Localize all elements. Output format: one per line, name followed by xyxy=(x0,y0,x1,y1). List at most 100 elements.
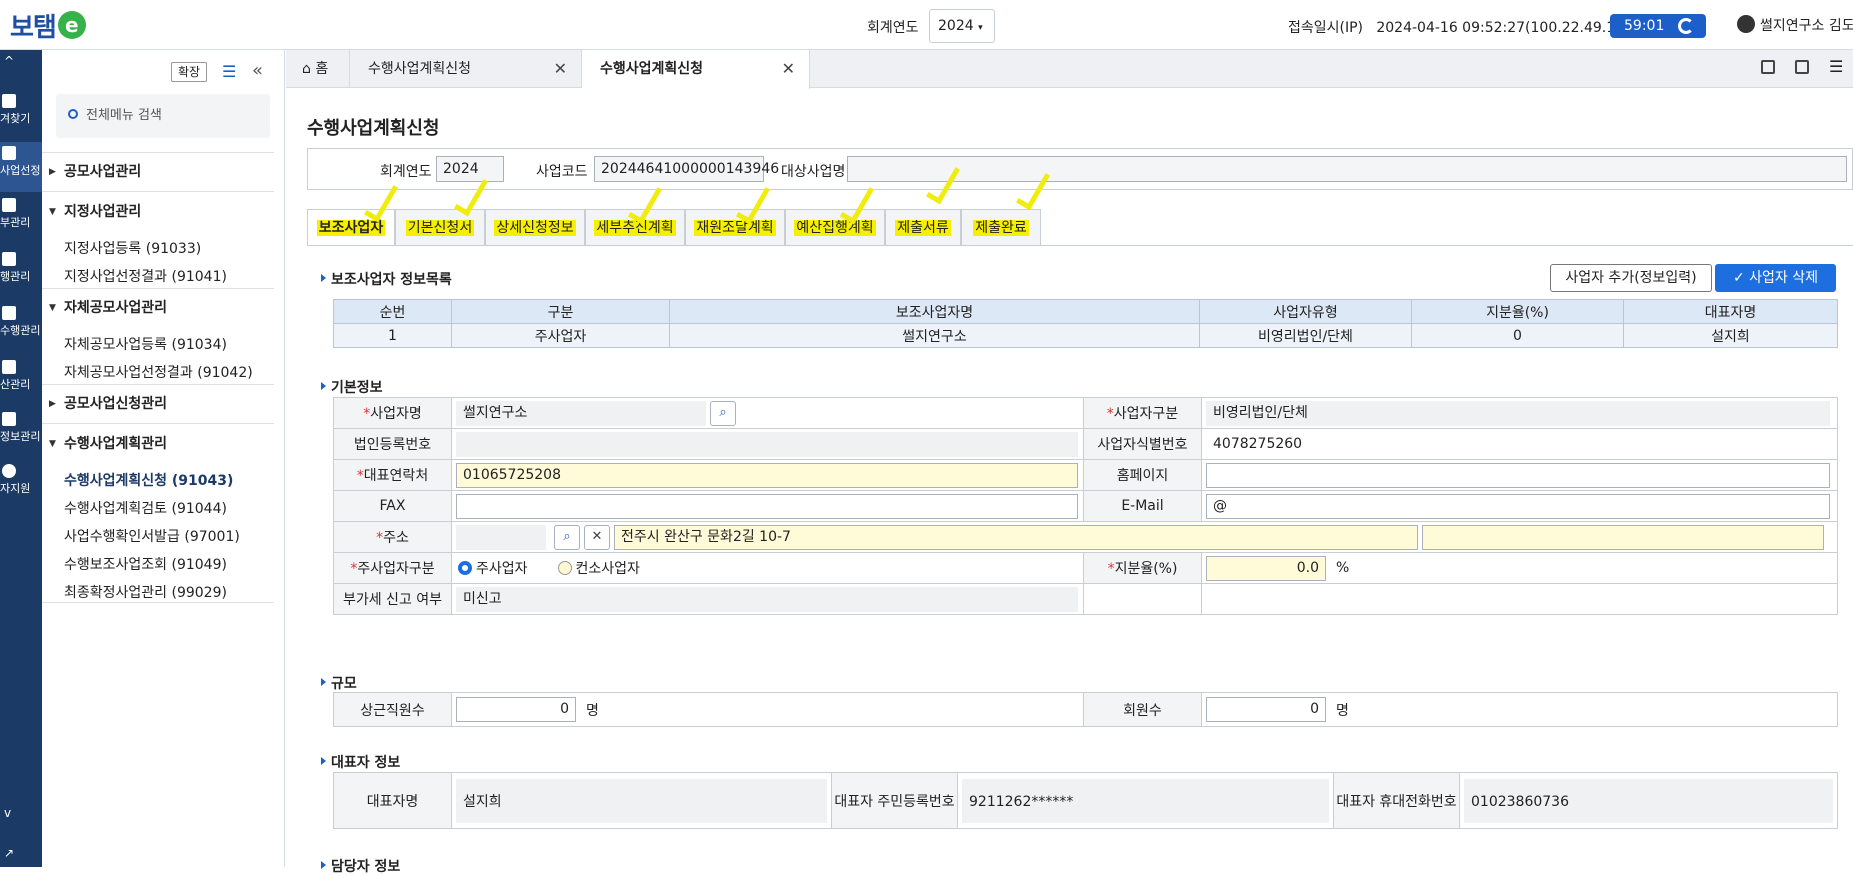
table-cell: 비영리법인/단체 xyxy=(1199,323,1412,348)
nav-settlement[interactable]: 산관리 xyxy=(0,360,42,400)
nav-label: 정보관리 xyxy=(0,430,41,443)
step-tab-documents[interactable]: 제출서류 xyxy=(885,209,961,246)
menu-item[interactable]: 수행보조사업조회 (91049) xyxy=(64,554,227,574)
vat-field: 미신고 xyxy=(456,586,1078,612)
table-row[interactable]: 1 주사업자 썰지연구소 비영리법인/단체 0 설지희 xyxy=(333,323,1838,348)
info-icon xyxy=(2,412,16,426)
filter-code-field[interactable]: 20244641000000143946 xyxy=(594,156,779,182)
filter-fy-label: 회계연도 xyxy=(380,164,432,180)
nav-selection[interactable]: 사업선정 xyxy=(0,142,42,192)
user-menu[interactable]: 썰지연구소 김도 xyxy=(1737,15,1853,35)
tab-tools: ☰ xyxy=(1753,59,1853,80)
menu-group-self-contest[interactable]: ▼ 자체공모사업관리 xyxy=(42,288,274,328)
step-tab-funding[interactable]: 재원조달계획 xyxy=(685,209,785,246)
collapse-icon[interactable]: « xyxy=(252,60,263,81)
tab-label: 수행사업계획신청 xyxy=(600,61,704,77)
nav-label: 겨찾기 xyxy=(0,112,31,125)
menu-group-application[interactable]: ▶ 공모사업신청관리 xyxy=(42,384,274,424)
address1-field[interactable]: 전주시 완산구 문화2길 10-7 xyxy=(614,524,1418,550)
step-tab-budget[interactable]: 예산집행계획 xyxy=(785,209,885,246)
email-label: E-Mail xyxy=(1083,490,1202,522)
nav-info[interactable]: 정보관리 xyxy=(0,412,42,452)
triangle-down-icon: ▼ xyxy=(49,207,56,217)
top-bar: 보탬 e 회계연도 2024 ▾ 접속일시(IP) 2024-04-16 09:5… xyxy=(0,0,1853,50)
step-tab-complete[interactable]: 제출완료 xyxy=(961,209,1041,246)
phone-cell: 01065725208 xyxy=(451,459,1084,491)
nav-performance[interactable]: 수행관리 xyxy=(0,306,42,346)
menu-item[interactable]: 사업수행확인서발급 (97001) xyxy=(64,526,240,546)
step-tab-detail[interactable]: 상세신청정보 xyxy=(485,209,585,246)
corp-reg-cell xyxy=(451,428,1084,460)
share-field[interactable]: 0.0 xyxy=(1206,555,1326,581)
biz-id-label: 사업자식별번호 xyxy=(1083,428,1202,460)
address-clear-button[interactable]: ✕ xyxy=(584,524,610,550)
members-field[interactable]: 0 xyxy=(1206,697,1326,722)
filter-target-field[interactable] xyxy=(847,156,1847,182)
rep-name-label: 대표자명 xyxy=(333,772,452,829)
table-cell: 썰지연구소 xyxy=(669,323,1200,348)
share-unit: % xyxy=(1336,560,1350,576)
refresh-icon[interactable] xyxy=(1678,18,1694,34)
column-header[interactable]: 구분 xyxy=(451,299,670,324)
column-header[interactable]: 지분율(%) xyxy=(1411,299,1624,324)
chevron-down-icon[interactable]: v xyxy=(4,806,11,820)
tab-home[interactable]: ⌂ 홈 xyxy=(286,50,350,88)
menu-group-designated[interactable]: ▼ 지정사업관리 xyxy=(42,192,274,232)
triangle-down-icon: ▼ xyxy=(49,303,56,313)
column-header[interactable]: 순번 xyxy=(333,299,452,324)
logo[interactable]: 보탬 e xyxy=(10,8,86,43)
delete-operator-button[interactable]: ✓ 사업자 삭제 xyxy=(1715,264,1836,292)
phone-field[interactable]: 01065725208 xyxy=(456,462,1078,488)
nav-grant[interactable]: 부관리 xyxy=(0,198,42,238)
chevron-up-icon[interactable]: ^ xyxy=(4,54,14,68)
copy-icon[interactable] xyxy=(1761,60,1775,74)
email-cell: @ xyxy=(1201,490,1838,522)
menu-item[interactable]: 지정사업선정결과 (91041) xyxy=(64,266,227,286)
add-operator-button[interactable]: 사업자 추가(정보입력) xyxy=(1550,264,1712,292)
menu-item[interactable]: 최종확정사업관리 (99029) xyxy=(64,582,227,602)
logo-text: 보탬 xyxy=(10,12,57,43)
address2-field[interactable] xyxy=(1422,524,1824,550)
email-field[interactable]: @ xyxy=(1206,493,1830,519)
close-icon[interactable]: ✕ xyxy=(554,50,567,88)
menu-item[interactable]: 자체공모사업등록 (91034) xyxy=(64,334,227,354)
nav-favorites[interactable]: 겨찾기 xyxy=(0,94,42,134)
share-label: *지분율(%) xyxy=(1083,552,1202,584)
menu-icon[interactable]: ☰ xyxy=(1829,59,1843,75)
biz-name-field[interactable]: 썰지연구소 xyxy=(456,400,706,426)
menu-item-active[interactable]: 수행사업계획신청 (91043) xyxy=(64,470,233,490)
column-header[interactable]: 보조사업자명 xyxy=(669,299,1200,324)
list-icon[interactable]: ☰ xyxy=(222,64,240,80)
expand-button[interactable]: 확장 xyxy=(171,62,207,82)
operator-kind-label: *주사업자구분 xyxy=(333,552,452,584)
menu-item[interactable]: 지정사업등록 (91033) xyxy=(64,238,201,258)
menu-item[interactable]: 수행사업계획검토 (91044) xyxy=(64,498,227,518)
column-header[interactable]: 사업자유형 xyxy=(1199,299,1412,324)
step-tab-basic[interactable]: 기본신청서 xyxy=(395,209,485,246)
homepage-field[interactable] xyxy=(1206,462,1830,488)
rep-mobile-field: 01023860736 xyxy=(1464,778,1833,823)
staff-field[interactable]: 0 xyxy=(456,697,576,722)
tab-plan-1[interactable]: 수행사업계획신청 ✕ xyxy=(350,50,582,88)
column-header[interactable]: 대표자명 xyxy=(1623,299,1838,324)
address-search-button[interactable]: ⌕ xyxy=(554,524,580,550)
session-timer[interactable]: 59:01 xyxy=(1610,14,1706,38)
fax-field[interactable] xyxy=(456,493,1078,519)
table-header-row: 순번 구분 보조사업자명 사업자유형 지분율(%) 대표자명 xyxy=(333,299,1838,324)
menu-group-plan[interactable]: ▼ 수행사업계획관리 xyxy=(42,424,274,464)
briefcase-icon xyxy=(2,306,16,320)
fiscal-year-select[interactable]: 2024 ▾ xyxy=(929,9,995,43)
menu-group-public-contest[interactable]: ▶ 공모사업관리 xyxy=(42,152,274,192)
radio-main[interactable]: 주사업자 xyxy=(458,561,528,577)
external-link-icon[interactable]: ↗ xyxy=(4,846,14,860)
close-icon[interactable]: ✕ xyxy=(782,50,795,88)
tab-plan-2[interactable]: 수행사업계획신청 ✕ xyxy=(582,50,810,89)
menu-search-input[interactable]: 전체메뉴 검색 xyxy=(56,94,270,138)
menu-item[interactable]: 자체공모사업선정결과 (91042) xyxy=(64,362,253,382)
address-cell: ⌕ ✕ 전주시 완산구 문화2길 10-7 xyxy=(451,521,1838,553)
search-button[interactable]: ⌕ xyxy=(710,400,736,426)
nav-execution[interactable]: 행관리 xyxy=(0,252,42,292)
nav-support[interactable]: 자지원 xyxy=(0,464,42,504)
radio-consortium[interactable]: 컨소사업자 xyxy=(557,561,640,577)
window-icon[interactable] xyxy=(1795,60,1809,74)
